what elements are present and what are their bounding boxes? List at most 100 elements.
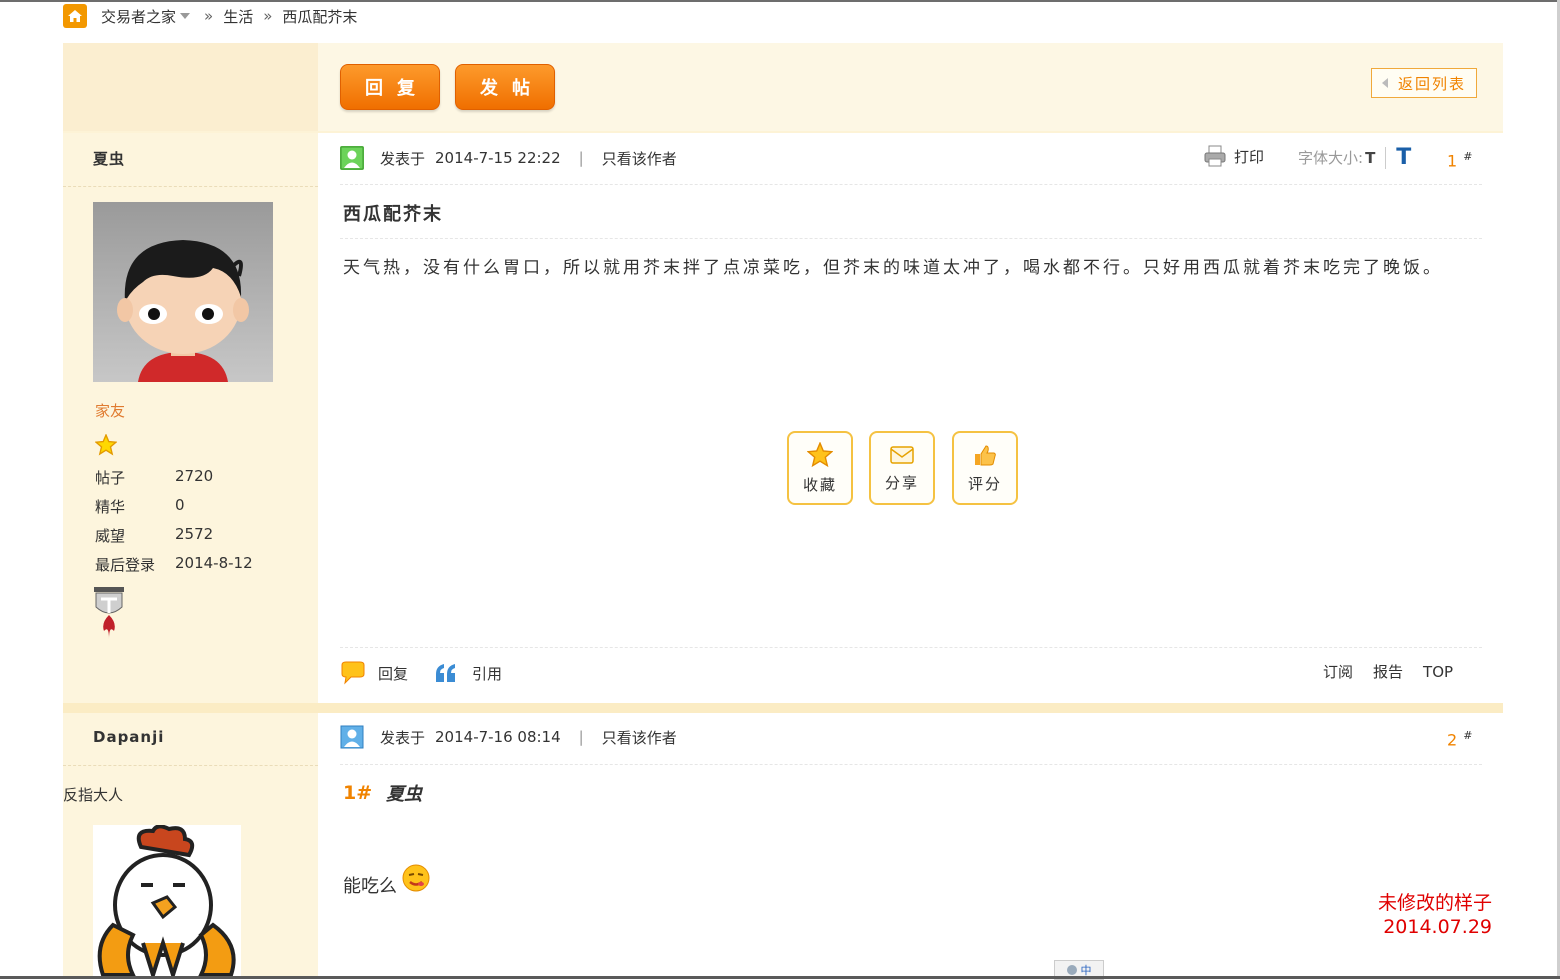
divider <box>340 647 1482 648</box>
quote-author: 夏虫 <box>386 784 423 805</box>
home-icon[interactable] <box>63 4 87 28</box>
stat-value[interactable]: 0 <box>175 496 185 517</box>
usergroup-label[interactable]: 家友 <box>95 400 125 421</box>
share-button[interactable]: 分享 <box>869 431 935 505</box>
post-meta: 发表于 2014-7-16 08:14 | 只看该作者 <box>340 724 677 750</box>
divider <box>340 184 1482 185</box>
favorite-label: 收藏 <box>802 475 837 494</box>
footer-reply-label: 回复 <box>378 664 409 683</box>
quote-button[interactable]: 引用 <box>434 662 502 684</box>
breadcrumb-separator: » <box>204 7 214 25</box>
posted-prefix: 发表于 <box>380 728 426 747</box>
quote-floor[interactable]: 1# <box>343 782 372 804</box>
star-icon <box>94 433 118 460</box>
smiley-icon <box>402 864 430 892</box>
report-link[interactable]: 报告 <box>1373 661 1403 682</box>
quote-header: 1# 夏虫 <box>343 780 422 806</box>
star-icon <box>807 441 833 467</box>
arrow-left-icon <box>1381 78 1388 88</box>
annotation-line1: 未修改的样子 <box>1377 892 1492 914</box>
sidebar-header <box>63 43 318 131</box>
reply-text: 能吃么 <box>343 876 397 897</box>
stat-label: 威望 <box>95 527 126 545</box>
medal-icon[interactable] <box>93 587 125 645</box>
stat-digest: 精华 0 <box>95 496 185 517</box>
floor-number-value: 1 <box>1447 151 1458 171</box>
post-meta: 发表于 2014-7-15 22:22 | 只看该作者 <box>340 145 677 171</box>
divider <box>340 764 1482 765</box>
stat-label: 最后登录 <box>95 556 156 574</box>
post-divider <box>63 703 1503 713</box>
online-user-icon <box>340 146 364 170</box>
reply-body: 能吃么 <box>343 864 431 898</box>
quote-icon <box>436 664 456 682</box>
favorite-button[interactable]: 收藏 <box>787 431 853 505</box>
chevron-down-icon[interactable] <box>180 13 191 19</box>
floor-number[interactable]: 2 # <box>1447 729 1472 749</box>
meta-separator: | <box>578 728 584 746</box>
divider <box>1385 146 1387 169</box>
footer-reply-button[interactable]: 回复 <box>340 661 408 685</box>
font-small-button[interactable]: T <box>1365 149 1375 167</box>
envelope-icon <box>890 445 914 464</box>
post-footer-right: 订阅 报告 TOP <box>1323 661 1473 682</box>
floor-mark: # <box>1463 150 1473 163</box>
breadcrumb-site[interactable]: 交易者之家 <box>101 6 176 27</box>
floor-mark: # <box>1463 729 1473 742</box>
floor-number-value: 2 <box>1447 730 1458 750</box>
share-label: 分享 <box>884 473 919 492</box>
printer-icon <box>1204 145 1226 167</box>
avatar[interactable] <box>93 825 241 979</box>
new-post-button[interactable]: 发帖 <box>455 64 555 110</box>
back-to-list-label: 返回列表 <box>1397 74 1466 93</box>
window-top-border <box>0 0 1560 2</box>
post-time: 2014-7-15 22:22 <box>435 149 561 167</box>
post-title: 西瓜配芥末 <box>343 204 443 225</box>
back-to-list-button[interactable]: 返回列表 <box>1371 68 1477 98</box>
quote-label: 引用 <box>472 664 503 683</box>
font-size-label: 字体大小: <box>1298 149 1364 167</box>
post-body: 天气热，没有什么胃口，所以就用芥末拌了点凉菜吃，但芥末的味道太冲了，喝水都不行。… <box>343 258 1443 278</box>
rate-button[interactable]: 评分 <box>952 431 1018 505</box>
rate-label: 评分 <box>967 474 1002 493</box>
stat-last-login: 最后登录 2014-8-12 <box>95 554 253 575</box>
top-link[interactable]: TOP <box>1423 663 1453 681</box>
stat-label: 帖子 <box>95 469 126 487</box>
annotation-line2: 2014.07.29 <box>1383 916 1492 938</box>
font-large-button[interactable]: T <box>1396 145 1411 170</box>
subscribe-link[interactable]: 订阅 <box>1323 661 1353 682</box>
only-author-link[interactable]: 只看该作者 <box>602 727 677 748</box>
user-icon <box>340 725 364 749</box>
breadcrumb-thread[interactable]: 西瓜配芥末 <box>282 6 357 27</box>
stat-posts: 帖子 2720 <box>95 467 213 488</box>
post-time: 2014-7-16 08:14 <box>435 728 561 746</box>
divider <box>63 186 318 187</box>
font-size-control: 字体大小: T T <box>1298 145 1411 170</box>
ime-icon <box>1066 965 1077 975</box>
annotation-note: 未修改的样子 2014.07.29 <box>1378 891 1492 939</box>
reply-button[interactable]: 回复 <box>340 64 440 110</box>
breadcrumb: 交易者之家 » 生活 » 西瓜配芥末 <box>63 4 357 28</box>
divider <box>340 238 1482 239</box>
avatar[interactable] <box>93 202 273 382</box>
stat-label: 精华 <box>95 498 126 516</box>
print-label: 打印 <box>1234 147 1265 166</box>
meta-separator: | <box>578 149 584 167</box>
speech-bubble-icon <box>341 661 365 685</box>
breadcrumb-forum[interactable]: 生活 <box>223 6 253 27</box>
stat-value: 2014-8-12 <box>175 554 253 572</box>
author-name[interactable]: 夏虫 <box>93 148 125 169</box>
only-author-link[interactable]: 只看该作者 <box>602 148 677 169</box>
posted-prefix: 发表于 <box>380 149 426 168</box>
thumbs-up-icon <box>975 444 996 465</box>
divider <box>63 765 318 766</box>
floor-number[interactable]: 1 # <box>1447 150 1472 170</box>
author-name[interactable]: Dapanji <box>93 728 164 746</box>
post-footer-left: 回复 引用 <box>340 661 502 685</box>
divider <box>63 131 1503 133</box>
stat-value[interactable]: 2720 <box>175 467 213 488</box>
stat-value: 2572 <box>175 525 214 543</box>
breadcrumb-separator: » <box>263 7 273 25</box>
stat-prestige: 威望 2572 <box>95 525 213 546</box>
print-button[interactable]: 打印 <box>1204 145 1264 167</box>
